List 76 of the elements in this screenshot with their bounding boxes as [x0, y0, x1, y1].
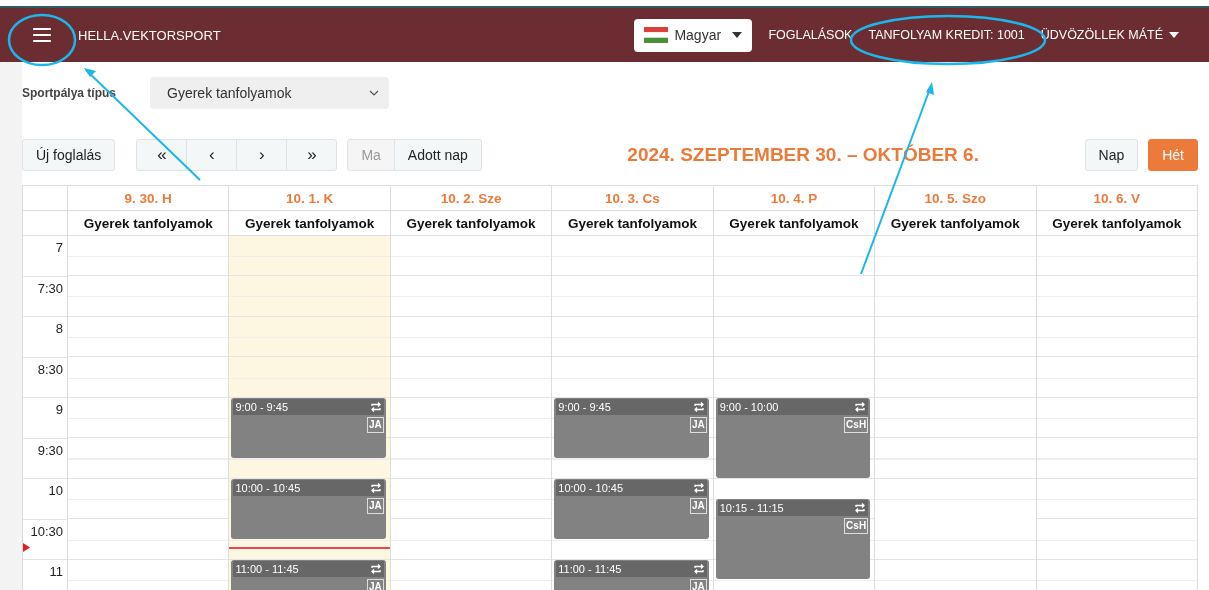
day-button[interactable]: Adott nap — [393, 139, 482, 171]
instructor-tag: JA — [689, 579, 707, 590]
day-column[interactable]: 9:00 - 9:45 JA 10:00 - 10:45 JA 11:00 - 11:45 JA — [228, 236, 390, 590]
time-label: 9 — [55, 402, 63, 417]
event-card[interactable]: 10:00 - 10:45 JA — [554, 479, 709, 539]
day-column[interactable] — [389, 236, 552, 590]
event-time: 11:00 - 11:45 — [235, 563, 299, 575]
nav-button[interactable]: ‹ — [186, 139, 238, 171]
nav-button[interactable]: « — [136, 139, 188, 171]
nav-button[interactable]: » — [286, 139, 338, 171]
time-label: 11 — [49, 564, 63, 579]
resource-header: Gyerek tanfolyamok — [389, 211, 552, 235]
day-header[interactable]: 9. 30. H — [67, 186, 229, 210]
event-time: 11:00 - 11:45 — [558, 563, 622, 575]
resource-header: Gyerek tanfolyamok — [228, 211, 390, 235]
day-column[interactable] — [874, 236, 1036, 590]
annotation-ellipse — [7, 13, 77, 67]
time-label: 9:30 — [37, 442, 63, 458]
chevron-down-icon — [369, 90, 379, 96]
repeat-icon — [369, 482, 382, 494]
language-select[interactable]: Magyar — [634, 18, 753, 52]
time-label: 10:30 — [30, 523, 63, 539]
time-label: 7:30 — [37, 280, 63, 296]
event-time: 9:00 - 10:00 — [719, 401, 779, 413]
day-column[interactable] — [67, 236, 229, 590]
repeat-icon — [692, 401, 705, 413]
event-card[interactable]: 10:15 - 11:15 CsH — [715, 499, 871, 580]
resource-header: Gyerek tanfolyamok — [1035, 211, 1197, 235]
instructor-tag: JA — [689, 417, 707, 433]
current-time-marker-icon — [23, 543, 30, 552]
event-card[interactable]: 9:00 - 9:45 JA — [554, 398, 709, 458]
event-card[interactable]: 9:00 - 9:45 JA — [231, 398, 386, 458]
view-button[interactable]: Nap — [1084, 139, 1139, 171]
repeat-icon — [369, 401, 382, 413]
nav-link[interactable]: TANFOLYAM KREDIT: 1001 — [868, 28, 1025, 42]
new-booking-button[interactable]: Új foglalás — [22, 139, 116, 171]
event-card[interactable]: 11:00 - 11:45 JA — [554, 560, 709, 590]
repeat-icon — [369, 563, 382, 575]
instructor-tag: JA — [689, 498, 707, 514]
court-type-select[interactable]: Gyerek tanfolyamok — [150, 77, 389, 109]
event-time: 10:00 - 10:45 — [558, 482, 624, 494]
repeat-icon — [692, 482, 705, 494]
day-column[interactable]: 9:00 - 10:00 CsH 10:15 - 11:15 CsH — [712, 236, 875, 590]
event-card[interactable]: 9:00 - 10:00 CsH — [715, 398, 871, 478]
brand-name[interactable]: HELLA.VEKTORSPORT — [78, 27, 221, 43]
caret-icon — [1169, 32, 1179, 38]
time-label: 8 — [55, 321, 63, 336]
repeat-icon — [692, 563, 705, 575]
day-column[interactable] — [1035, 236, 1197, 590]
instructor-tag: CsH — [844, 518, 869, 535]
resource-header: Gyerek tanfolyamok — [67, 211, 229, 235]
time-label: 8:30 — [37, 361, 63, 377]
day-column[interactable]: 9:00 - 9:45 JA 10:00 - 10:45 JA 11:00 - 11:45 JA — [551, 236, 713, 590]
resource-header: Gyerek tanfolyamok — [551, 211, 713, 235]
day-header[interactable]: 10. 3. Cs — [551, 186, 713, 210]
nav-button[interactable]: › — [236, 139, 288, 171]
event-card[interactable]: 10:00 - 10:45 JA — [231, 479, 386, 539]
event-card[interactable]: 11:00 - 11:45 JA — [231, 560, 386, 590]
event-time: 9:00 - 9:45 — [558, 401, 611, 413]
nav-link[interactable]: FOGLALÁSOK — [768, 28, 853, 42]
time-label: 7 — [55, 240, 63, 255]
caret-icon — [732, 32, 743, 38]
repeat-icon — [854, 502, 867, 515]
instructor-tag: CsH — [844, 417, 869, 433]
resource-header: Gyerek tanfolyamok — [712, 211, 875, 235]
instructor-tag: JA — [367, 498, 384, 514]
resource-header: Gyerek tanfolyamok — [874, 211, 1036, 235]
instructor-tag: JA — [367, 579, 384, 590]
time-label: 10 — [48, 483, 63, 498]
instructor-tag: JA — [367, 417, 384, 433]
repeat-icon — [854, 401, 867, 413]
event-time: 10:00 - 10:45 — [235, 482, 301, 494]
flag-icon — [644, 27, 669, 43]
menu-icon — [33, 27, 51, 43]
event-time: 10:15 - 11:15 — [719, 502, 784, 515]
event-time: 9:00 - 9:45 — [235, 401, 288, 413]
